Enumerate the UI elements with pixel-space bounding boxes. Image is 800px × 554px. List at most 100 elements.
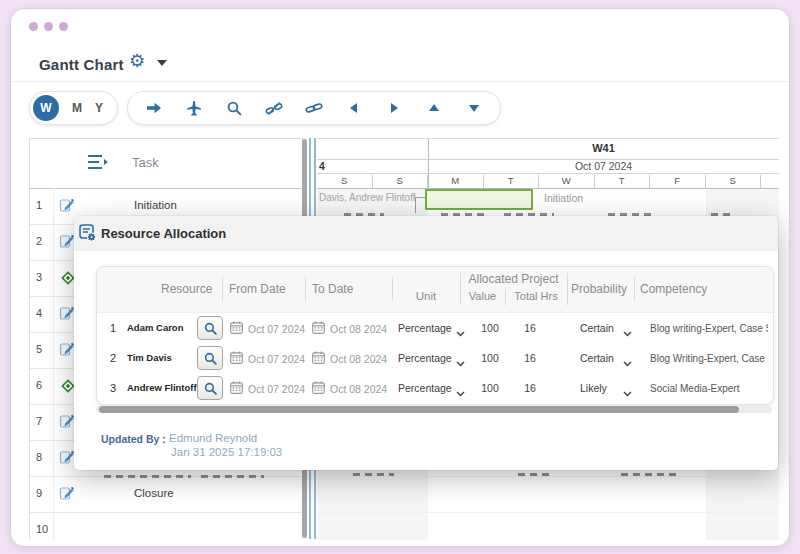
desktop-background: Gantt Chart ⚙ WMY Task 1Initiation234567… <box>0 0 800 554</box>
resource-lookup-button[interactable] <box>197 376 223 400</box>
move-down-icon[interactable] <box>465 100 483 116</box>
unit-select[interactable]: Percentage <box>398 322 452 334</box>
probability-select[interactable]: Certain <box>580 322 614 334</box>
to-date-value[interactable]: Oct 08 2024 <box>330 383 387 395</box>
dialog-hscrollbar[interactable] <box>96 406 772 413</box>
edit-task-icon[interactable] <box>59 485 75 505</box>
calendar-icon[interactable] <box>312 380 325 398</box>
task-name: Closure <box>134 487 174 499</box>
window-dot[interactable] <box>44 22 53 31</box>
chevron-down-icon[interactable] <box>623 353 632 371</box>
resource-lookup-button[interactable] <box>197 346 223 370</box>
day-header-cell: T <box>484 175 540 188</box>
window-dot[interactable] <box>29 22 38 31</box>
probability-select[interactable]: Likely <box>580 382 607 394</box>
edit-task-icon[interactable] <box>59 413 75 433</box>
dialog-hscrollbar-thumb[interactable] <box>99 406 739 413</box>
chevron-down-icon[interactable] <box>456 353 465 371</box>
resource-name: Adam Caron <box>127 322 183 333</box>
clipped-text-fragment <box>201 475 264 478</box>
to-date-value[interactable]: Oct 08 2024 <box>330 353 387 365</box>
calendar-icon[interactable] <box>312 350 325 368</box>
chevron-down-icon[interactable] <box>456 323 465 341</box>
from-date-value[interactable]: Oct 07 2024 <box>248 383 305 395</box>
col-competency: Competency <box>640 282 707 296</box>
edit-task-icon[interactable] <box>59 449 75 469</box>
row-number: 1 <box>110 322 116 334</box>
timeline-row-line <box>317 512 779 513</box>
view-switch: WMY <box>29 91 118 125</box>
day-header-cell: T <box>595 175 651 188</box>
calendar-icon[interactable] <box>230 350 243 368</box>
chevron-down-icon[interactable] <box>623 383 632 401</box>
window-dot[interactable] <box>59 22 68 31</box>
resource-allocation-icon <box>79 224 97 246</box>
resource-allocation-dialog: Resource Allocation Resource From Date T… <box>74 216 778 470</box>
chevron-down-icon[interactable] <box>157 60 167 66</box>
col-to-date: To Date <box>312 282 353 296</box>
value-cell[interactable]: 100 <box>473 352 507 364</box>
row-number: 3 <box>110 382 116 394</box>
from-date-value[interactable]: Oct 07 2024 <box>248 323 305 335</box>
competency-cell: Blog Writing-Expert, Case Studi <box>650 353 768 364</box>
updated-by-timestamp: Jan 31 2025 17:19:03 <box>171 446 282 458</box>
total-hrs-cell: 16 <box>513 382 547 394</box>
column-separator <box>53 188 54 540</box>
probability-select[interactable]: Certain <box>580 352 614 364</box>
task-name: Initiation <box>134 199 177 211</box>
timeline-row-line <box>317 476 779 477</box>
baseline-icon[interactable] <box>185 100 203 116</box>
calendar-icon[interactable] <box>230 380 243 398</box>
app-window: Gantt Chart ⚙ WMY Task 1Initiation234567… <box>10 8 790 547</box>
total-hrs-cell: 16 <box>513 352 547 364</box>
unit-select[interactable]: Percentage <box>398 382 452 394</box>
to-date-value[interactable]: Oct 08 2024 <box>330 323 387 335</box>
resource-lookup-button[interactable] <box>197 316 223 340</box>
go-to-task-icon[interactable] <box>145 100 163 116</box>
row-number: 1 <box>36 199 42 211</box>
dialog-title: Resource Allocation <box>101 226 226 241</box>
row-number: 2 <box>110 352 116 364</box>
competency-cell: Blog writing-Expert, Case Studie <box>650 323 768 334</box>
clipped-text-fragment <box>104 475 191 478</box>
chevron-down-icon[interactable] <box>456 383 465 401</box>
edit-task-icon[interactable] <box>59 233 75 253</box>
edit-task-icon[interactable] <box>59 197 75 217</box>
gantt-taskbar[interactable] <box>425 189 533 210</box>
task-row[interactable]: 9Closure <box>30 476 303 513</box>
zoom-search-icon[interactable] <box>225 100 243 116</box>
unit-select[interactable]: Percentage <box>398 352 452 364</box>
col-value: Value <box>460 290 505 302</box>
dialog-header: Resource Allocation <box>74 216 778 251</box>
edit-task-icon[interactable] <box>59 305 75 325</box>
day-header-cell: M <box>428 175 484 188</box>
week-label: W41 <box>428 142 779 154</box>
calendar-icon[interactable] <box>312 320 325 338</box>
next-icon[interactable] <box>385 100 403 116</box>
view-option-y[interactable]: Y <box>95 101 103 115</box>
gear-icon[interactable]: ⚙ <box>129 52 145 70</box>
unlink-icon[interactable] <box>265 100 283 116</box>
link-icon[interactable] <box>305 100 323 116</box>
value-cell[interactable]: 100 <box>473 382 507 394</box>
view-option-w[interactable]: W <box>33 95 59 121</box>
view-option-m[interactable]: M <box>72 101 82 115</box>
value-cell[interactable]: 100 <box>473 322 507 334</box>
total-hrs-cell: 16 <box>513 322 547 334</box>
resource-name: Andrew Flintoff <box>127 382 197 393</box>
task-row[interactable]: 10 <box>30 512 303 547</box>
from-date-value[interactable]: Oct 07 2024 <box>248 353 305 365</box>
allocation-table: Resource From Date To Date Unit Allocate… <box>96 266 774 405</box>
chevron-down-icon[interactable] <box>623 323 632 341</box>
task-menu-icon[interactable] <box>87 153 109 175</box>
allocation-row: 2Tim DavisOct 07 2024Oct 08 2024Percenta… <box>97 343 773 373</box>
move-up-icon[interactable] <box>425 100 443 116</box>
allocation-row: 1 Adam Caron Oct 07 2024 Oct 08 2024 Percent… <box>97 313 773 343</box>
gantt-toolbar <box>127 91 501 125</box>
edit-task-icon[interactable] <box>59 341 75 361</box>
calendar-icon[interactable] <box>230 320 243 338</box>
clipped-text-fragment <box>518 473 551 476</box>
divider <box>11 81 789 82</box>
prev-icon[interactable] <box>345 100 363 116</box>
row-number: 3 <box>36 271 42 283</box>
